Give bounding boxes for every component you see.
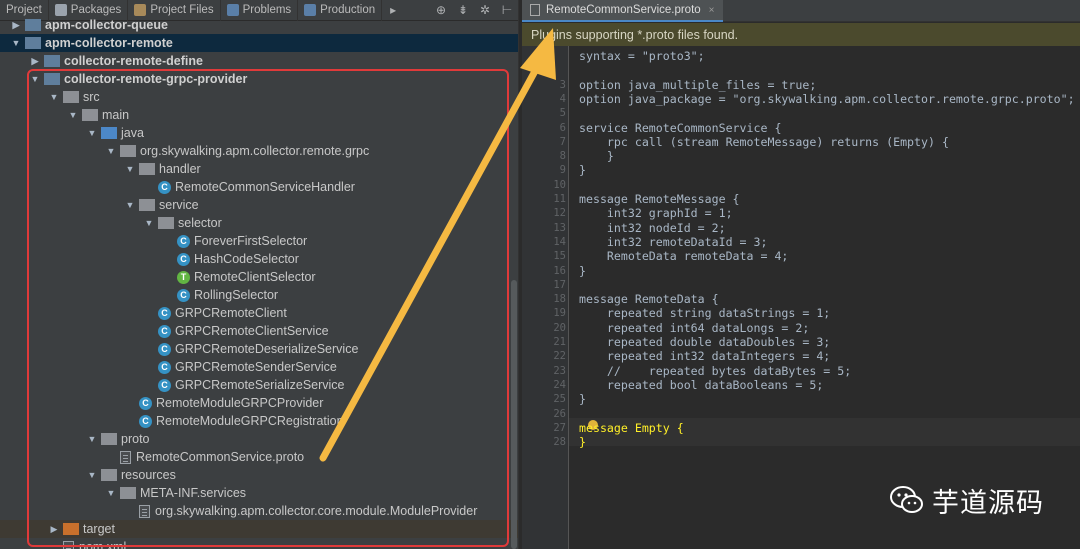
editor-tabbar: RemoteCommonService.proto × [522, 0, 1080, 22]
tree-row[interactable]: ▼ apm-collector-remote [0, 34, 518, 52]
plugin-banner: Plugins supporting *.proto files found. [522, 23, 1080, 46]
tree-label: collector-remote-define [64, 54, 203, 68]
tree-label: apm-collector-queue [45, 18, 168, 32]
line-number: 22 [553, 350, 566, 363]
tab-label: Project [6, 4, 42, 16]
watermark-text: 芋道源码 [932, 487, 1044, 519]
code-line: service RemoteCommonService { [579, 120, 782, 135]
line-number: 18 [553, 293, 566, 306]
code-line: repeated int64 dataLongs = 2; [579, 320, 810, 335]
line-number: 19 [553, 307, 566, 320]
tab-label: RemoteCommonService.proto [546, 4, 701, 16]
collapsed-arrow-icon[interactable]: ▶ [10, 20, 22, 31]
line-number: 5 [559, 107, 566, 120]
line-number: 23 [553, 364, 566, 377]
code-line: } [579, 392, 586, 407]
line-number: 10 [553, 178, 566, 191]
collapsed-arrow-icon[interactable]: ▶ [29, 56, 41, 67]
module-folder-icon [25, 19, 41, 31]
tab-label: Project Files [150, 4, 214, 16]
tree-label: apm-collector-remote [45, 36, 173, 50]
code-line: syntax = "proto3"; [579, 49, 705, 63]
code-line: option java_package = "org.skywalking.ap… [579, 91, 1075, 106]
highlight-box [27, 69, 509, 547]
editor-panel: RemoteCommonService.proto × Plugins supp… [522, 0, 1080, 549]
proto-file-icon [530, 4, 540, 16]
tab-label: Packages [70, 4, 122, 16]
line-number: 21 [553, 336, 566, 348]
line-number: 8 [559, 150, 566, 163]
project-scrollbar[interactable] [511, 280, 517, 549]
line-number [522, 49, 566, 63]
line-number: 17 [553, 278, 566, 291]
project-panel: Project Packages Project Files Problems Prod… [0, 0, 518, 549]
line-number [522, 63, 566, 77]
code-line: rpc call (stream RemoteMessage) returns … [579, 134, 949, 149]
code-line: message Empty { [579, 420, 684, 435]
packages-icon [54, 4, 67, 16]
code-line: repeated string dataStrings = 1; [579, 306, 831, 321]
module-folder-icon [25, 37, 41, 49]
close-icon[interactable]: × [709, 5, 715, 16]
code-line: // repeated bytes dataBytes = 5; [579, 363, 852, 378]
code-line: repeated double dataDoubles = 3; [579, 335, 831, 349]
line-number: 7 [559, 135, 566, 148]
code-line: option java_multiple_files = true; [579, 77, 817, 92]
line-number: 11 [553, 193, 566, 205]
line-number: 3 [559, 78, 566, 91]
line-number: 16 [553, 264, 566, 277]
line-number: 13 [553, 221, 566, 234]
line-number: 6 [559, 121, 566, 134]
code-line: int32 nodeId = 2; [579, 220, 726, 235]
line-number: 9 [559, 164, 566, 177]
gutter-divider [568, 46, 569, 549]
tree-row[interactable]: ▶ collector-remote-define [0, 52, 518, 70]
line-number: 4 [559, 92, 566, 105]
project-files-icon [134, 4, 147, 16]
line-number: 20 [553, 321, 566, 334]
production-icon [304, 4, 317, 16]
line-number: 25 [553, 393, 566, 406]
line-number: 24 [553, 378, 566, 391]
expanded-arrow-icon[interactable]: ▼ [10, 38, 22, 48]
tree-row[interactable]: ▶ apm-collector-queue [0, 16, 518, 34]
tab-label: Problems [242, 4, 292, 16]
line-number: 28 [553, 436, 566, 449]
code-line: message RemoteData { [579, 292, 719, 307]
module-folder-icon [44, 55, 60, 67]
wechat-icon [890, 486, 923, 513]
line-number: 27 [553, 421, 566, 434]
line-number: 26 [553, 407, 566, 420]
line-number: 15 [553, 250, 566, 263]
code-line: RemoteData remoteData = 4; [579, 249, 789, 264]
code-line: repeated bool dataBooleans = 5; [579, 377, 824, 392]
line-number: 12 [553, 207, 566, 220]
watermark: 芋道源码 [890, 480, 1060, 520]
code-line: int32 graphId = 1; [579, 206, 733, 221]
code-line: } [579, 435, 586, 450]
tab-remote-common-service-proto[interactable]: RemoteCommonService.proto × [522, 0, 723, 22]
tab-label: Production [320, 4, 376, 16]
banner-text: Plugins supporting *.proto files found. [531, 27, 739, 42]
code-line: } [579, 149, 614, 164]
code-line: int32 remoteDataId = 3; [579, 234, 768, 249]
line-number: 14 [553, 235, 566, 248]
code-line: message RemoteMessage { [579, 192, 740, 206]
code-line: } [579, 163, 586, 178]
code-line: } [579, 263, 586, 278]
problems-icon [226, 4, 239, 16]
code-line: repeated int32 dataIntegers = 4; [579, 349, 831, 364]
